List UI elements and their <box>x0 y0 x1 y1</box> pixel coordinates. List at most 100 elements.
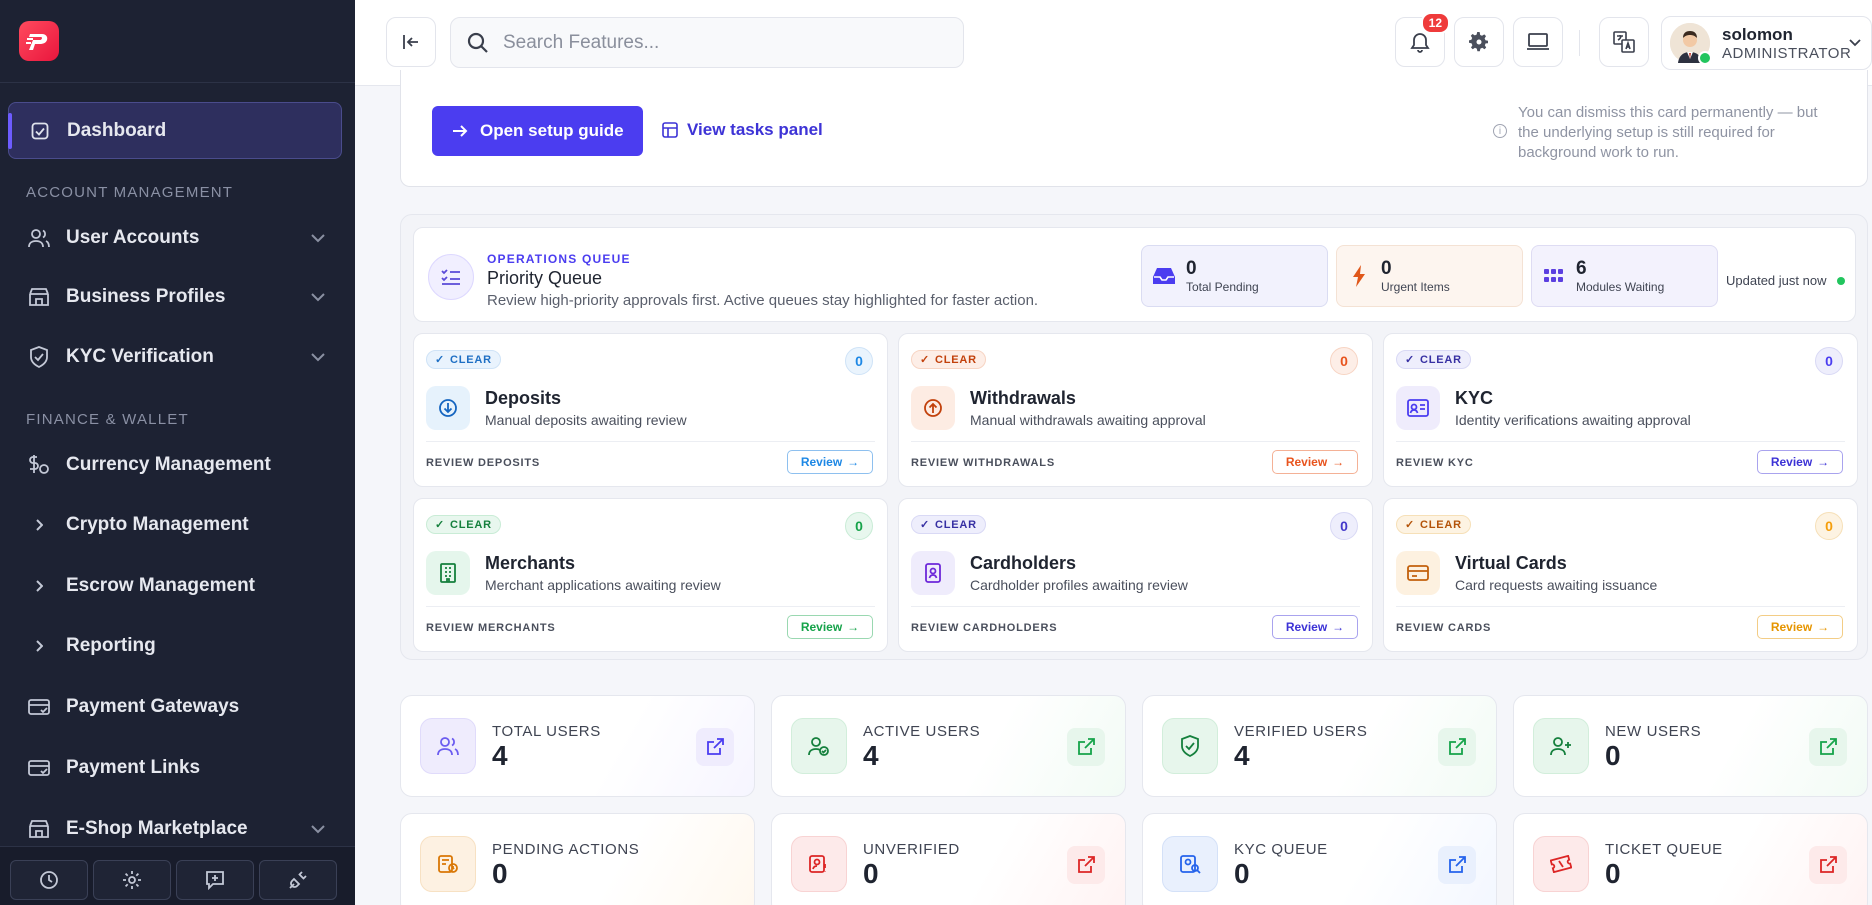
status-badge-label: CLEAR <box>1420 353 1462 366</box>
open-setup-guide-button[interactable]: Open setup guide <box>432 106 643 156</box>
metric-pending-actions[interactable]: PENDING ACTIONS 0 <box>400 813 755 905</box>
metric-value: 0 <box>492 858 508 889</box>
history-button[interactable] <box>10 860 88 900</box>
review-kyc-button[interactable]: Review → <box>1757 450 1843 474</box>
chevron-right-icon <box>28 575 50 597</box>
sidebar-item-payment-links[interactable]: Payment Links <box>0 743 355 793</box>
settings-button[interactable] <box>1454 17 1504 67</box>
review-cardholders-button[interactable]: Review → <box>1272 615 1358 639</box>
info-icon: i <box>1493 124 1507 138</box>
metric-value: 4 <box>1234 740 1250 771</box>
check-icon: ✓ <box>920 519 931 531</box>
sidebar-item-escrow-management[interactable]: Escrow Management <box>0 561 355 611</box>
brand-logo-icon[interactable] <box>19 21 59 61</box>
sidebar-item-reporting[interactable]: Reporting <box>0 621 355 671</box>
metric-value: 0 <box>863 858 879 889</box>
metric-label: TOTAL USERS <box>492 723 601 740</box>
stat-urgent-items: 0 Urgent Items <box>1336 245 1523 307</box>
stat-modules-waiting: 6 Modules Waiting <box>1531 245 1718 307</box>
review-deposits-button[interactable]: Review → <box>787 450 873 474</box>
queue-card-footer: REVIEW DEPOSITS <box>426 457 541 469</box>
metric-active-users[interactable]: ACTIVE USERS 4 <box>771 695 1126 797</box>
panel-icon <box>662 122 678 138</box>
settings-button[interactable] <box>93 860 171 900</box>
priority-queue-card: OPERATIONS QUEUE Priority Queue Review h… <box>400 214 1868 660</box>
feedback-button[interactable] <box>176 860 254 900</box>
external-link-icon[interactable] <box>1067 728 1105 766</box>
review-cards-button[interactable]: Review → <box>1757 615 1843 639</box>
external-link-icon[interactable] <box>1438 728 1476 766</box>
status-badge-label: CLEAR <box>450 518 492 531</box>
user-menu[interactable]: solomon ADMINISTRATOR <box>1661 16 1872 70</box>
sidebar-item-user-accounts[interactable]: User Accounts <box>0 213 355 263</box>
store-icon <box>28 286 50 308</box>
metric-new-users[interactable]: NEW USERS 0 <box>1513 695 1868 797</box>
download-circle-icon <box>426 386 470 430</box>
language-button[interactable] <box>1599 17 1649 67</box>
metric-total-users[interactable]: TOTAL USERS 4 <box>400 695 755 797</box>
shield-check-icon <box>1162 718 1218 774</box>
sidebar-item-dashboard[interactable]: Dashboard <box>8 102 342 159</box>
queue-card-withdrawals: ✓ CLEAR 0 Withdrawals Manual withdrawals … <box>898 333 1373 487</box>
stat-value: 0 <box>1186 258 1197 279</box>
review-merchants-button[interactable]: Review → <box>787 615 873 639</box>
settings-icon <box>123 871 141 889</box>
metric-label: KYC QUEUE <box>1234 841 1328 858</box>
notifications-button[interactable]: 12 <box>1395 12 1450 67</box>
sidebar-item-kyc-verification[interactable]: KYC Verification <box>0 332 355 382</box>
card-icon <box>28 757 50 779</box>
external-link-icon[interactable] <box>696 728 734 766</box>
review-label: Review <box>1770 620 1813 634</box>
search-input[interactable] <box>503 31 943 54</box>
divider <box>911 441 1360 442</box>
unplug-icon <box>289 871 307 889</box>
stat-total-pending: 0 Total Pending <box>1141 245 1328 307</box>
metric-unverified[interactable]: UNVERIFIED 0 <box>771 813 1126 905</box>
metric-ticket-queue[interactable]: TICKET QUEUE 0 <box>1513 813 1868 905</box>
sidebar-item-label: Reporting <box>66 635 156 656</box>
queue-card-footer: REVIEW MERCHANTS <box>426 622 556 634</box>
sidebar-item-payment-gateways[interactable]: Payment Gateways <box>0 682 355 732</box>
users-icon <box>420 718 476 774</box>
search-icon <box>467 32 488 53</box>
sidebar-item-crypto-management[interactable]: Crypto Management <box>0 500 355 550</box>
shield-check-icon <box>28 346 50 368</box>
status-badge-label: CLEAR <box>1420 518 1462 531</box>
external-link-icon[interactable] <box>1809 846 1847 884</box>
external-link-icon[interactable] <box>1809 728 1847 766</box>
metric-label: TICKET QUEUE <box>1605 841 1723 858</box>
notification-count-badge: 12 <box>1420 12 1450 34</box>
users-icon <box>28 227 50 249</box>
queue-card-deposits: ✓ CLEAR 0 Deposits Manual deposits awaiti… <box>413 333 888 487</box>
stat-value: 0 <box>1381 258 1392 279</box>
queue-card-subtitle: Card requests awaiting issuance <box>1455 577 1658 593</box>
queue-title: Priority Queue <box>487 268 603 288</box>
chevron-down-icon <box>311 230 325 248</box>
divider <box>426 606 875 607</box>
chevron-down-icon <box>311 289 325 307</box>
view-tasks-panel-button[interactable]: View tasks panel <box>662 120 823 140</box>
id-card-icon <box>1396 386 1440 430</box>
arrow-right-icon <box>453 125 468 137</box>
external-link-icon[interactable] <box>1438 846 1476 884</box>
review-withdrawals-button[interactable]: Review → <box>1272 450 1358 474</box>
queue-card-footer: REVIEW KYC <box>1396 457 1474 469</box>
queue-card-title: Withdrawals <box>970 388 1076 408</box>
queue-count: 0 <box>1815 512 1843 540</box>
sidebar-item-currency-management[interactable]: Currency Management <box>0 440 355 490</box>
metric-verified-users[interactable]: VERIFIED USERS 4 <box>1142 695 1497 797</box>
inbox-icon <box>1152 264 1176 288</box>
review-label: Review <box>800 620 843 634</box>
user-role: ADMINISTRATOR <box>1722 44 1852 62</box>
collapse-left-icon <box>403 35 418 49</box>
metric-kyc-queue[interactable]: KYC QUEUE 0 <box>1142 813 1497 905</box>
collapse-sidebar-button[interactable] <box>386 17 436 67</box>
external-link-icon[interactable] <box>1067 846 1105 884</box>
pending-icon <box>420 836 476 892</box>
dashboard-check-icon <box>29 120 51 142</box>
sidebar-item-business-profiles[interactable]: Business Profiles <box>0 272 355 322</box>
setup-note: You can dismiss this card permanently — … <box>1518 104 1818 161</box>
unplug-button[interactable] <box>259 860 337 900</box>
review-label: Review <box>1770 455 1813 469</box>
display-button[interactable] <box>1513 17 1563 67</box>
